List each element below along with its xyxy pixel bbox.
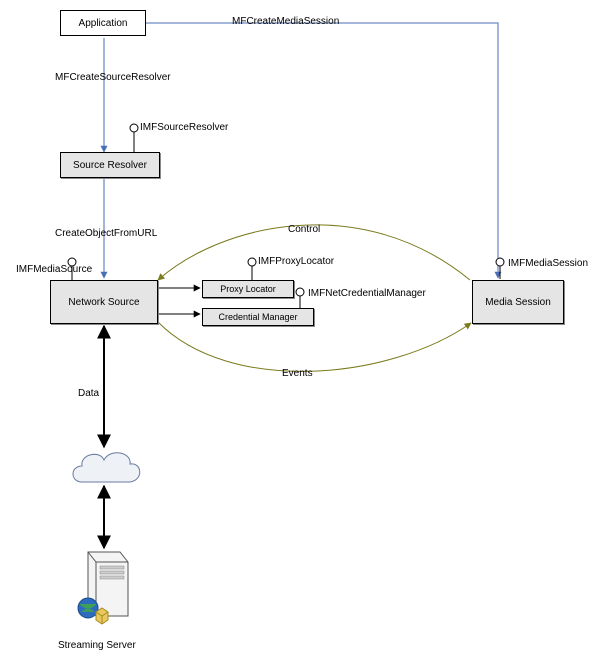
node-label: Network Source (68, 297, 139, 308)
edge-label-data: Data (78, 388, 99, 399)
interface-label-imfmediasession: IMFMediaSession (508, 258, 588, 269)
interface-label-imfproxylocator: IMFProxyLocator (258, 256, 334, 267)
interface-label-imfnetcredentialmanager: IMFNetCredentialManager (308, 288, 426, 299)
node-label: Application (79, 18, 128, 29)
interface-label-imfsourceresolver: IMFSourceResolver (140, 122, 228, 133)
diagram-connectors (0, 0, 600, 661)
node-label: Media Session (485, 297, 551, 308)
edge-label-events: Events (282, 368, 313, 379)
edge-label-mfcreatesourceresolver: MFCreateSourceResolver (55, 72, 171, 83)
node-label: Proxy Locator (220, 284, 276, 294)
edge-label-createobjectfromurl: CreateObjectFromURL (55, 228, 157, 239)
network-source-node: Network Source (50, 280, 158, 324)
source-resolver-node: Source Resolver (60, 152, 160, 178)
node-label: Source Resolver (73, 160, 147, 171)
interface-label-imfmediasource: IMFMediaSource (16, 264, 92, 275)
credential-manager-node: Credential Manager (202, 308, 314, 326)
media-session-node: Media Session (472, 280, 564, 324)
streaming-server-caption: Streaming Server (58, 640, 136, 651)
proxy-locator-node: Proxy Locator (202, 280, 294, 298)
node-label: Credential Manager (218, 312, 297, 322)
edge-label-control: Control (288, 224, 320, 235)
edge-label-mfcreatemediasession: MFCreateMediaSession (232, 16, 339, 27)
application-node: Application (60, 10, 146, 36)
